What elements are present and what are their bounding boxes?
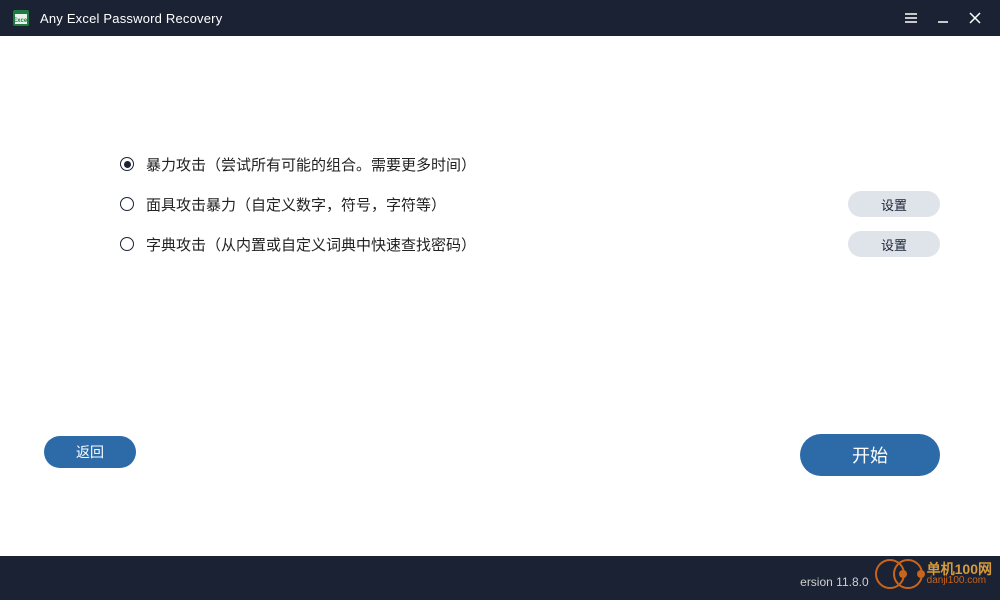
option-label: 暴力攻击（尝试所有可能的组合。需要更多时间） xyxy=(146,154,476,175)
footer-bar: ersion 11.8.0 单机100网 danji100.com xyxy=(0,556,1000,600)
app-icon: Excel xyxy=(12,9,30,27)
option-mask-attack[interactable]: 面具攻击暴力（自定义数字，符号，字符等） 设置 xyxy=(120,184,940,224)
watermark: ersion 11.8.0 单机100网 danji100.com xyxy=(800,552,992,596)
hamburger-icon[interactable] xyxy=(898,5,924,31)
watermark-logo-icon xyxy=(893,559,923,589)
option-label: 字典攻击（从内置或自定义词典中快速查找密码） xyxy=(146,234,476,255)
settings-button-dictionary[interactable]: 设置 xyxy=(848,231,940,257)
radio-unselected-icon[interactable] xyxy=(120,197,134,211)
radio-selected-icon[interactable] xyxy=(120,157,134,171)
settings-button-mask[interactable]: 设置 xyxy=(848,191,940,217)
close-icon[interactable] xyxy=(962,5,988,31)
svg-text:Excel: Excel xyxy=(13,18,29,24)
back-button[interactable]: 返回 xyxy=(44,436,136,468)
option-brute-force[interactable]: 暴力攻击（尝试所有可能的组合。需要更多时间） xyxy=(120,144,940,184)
app-window: Excel Any Excel Password Recovery 暴力攻击（尝… xyxy=(0,0,1000,600)
version-text: ersion 11.8.0 xyxy=(800,575,869,589)
radio-unselected-icon[interactable] xyxy=(120,237,134,251)
option-dictionary[interactable]: 字典攻击（从内置或自定义词典中快速查找密码） 设置 xyxy=(120,224,940,264)
content-area: 暴力攻击（尝试所有可能的组合。需要更多时间） 面具攻击暴力（自定义数字，符号，字… xyxy=(0,36,1000,556)
start-button[interactable]: 开始 xyxy=(800,434,940,476)
app-title: Any Excel Password Recovery xyxy=(40,11,222,26)
titlebar: Excel Any Excel Password Recovery xyxy=(0,0,1000,36)
watermark-line1: 单机100网 xyxy=(927,562,992,576)
option-label: 面具攻击暴力（自定义数字，符号，字符等） xyxy=(146,194,446,215)
watermark-line2: danji100.com xyxy=(927,576,992,586)
minimize-icon[interactable] xyxy=(930,5,956,31)
